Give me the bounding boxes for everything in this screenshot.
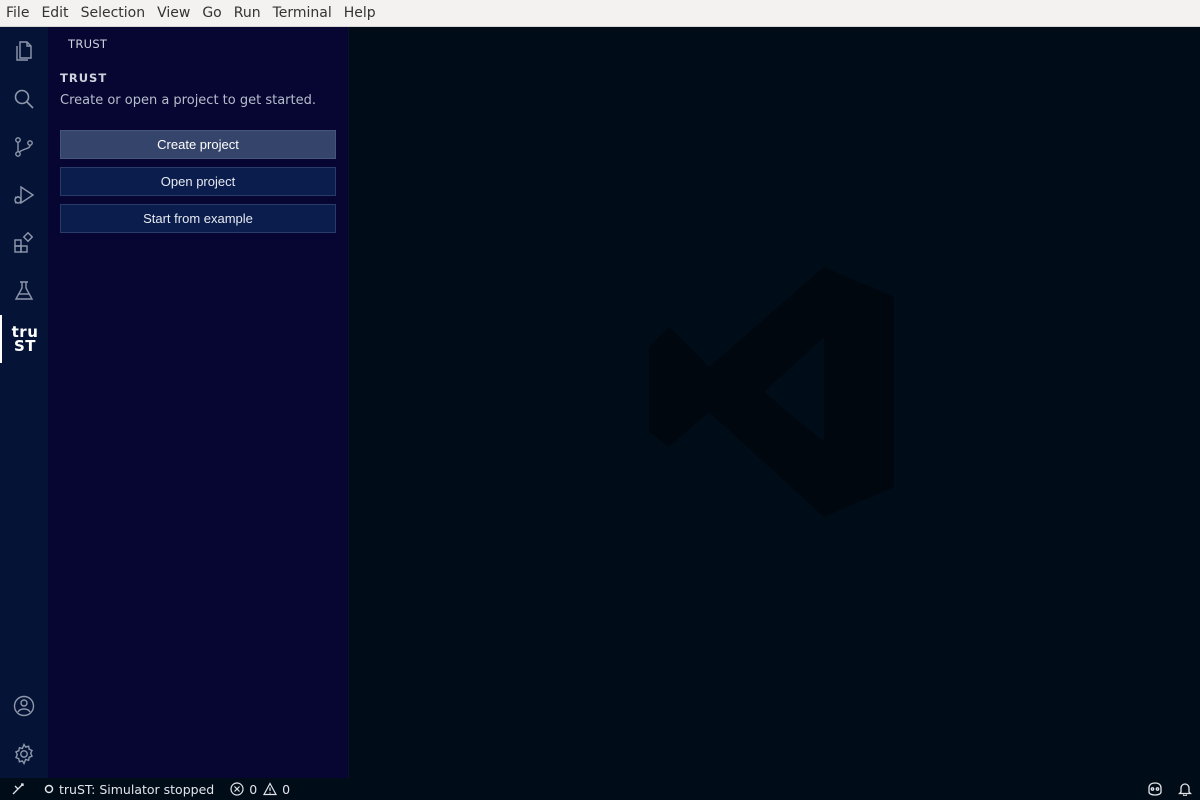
testing-icon — [14, 281, 34, 300]
run-debug-icon — [14, 185, 35, 205]
error-icon — [230, 782, 244, 796]
remote-icon — [12, 783, 24, 795]
editor-area — [349, 27, 1200, 778]
activity-search[interactable] — [0, 75, 48, 123]
menu-go[interactable]: Go — [196, 0, 227, 27]
copilot-status[interactable] — [1140, 778, 1170, 800]
problems-status[interactable]: 0 0 — [230, 782, 290, 797]
simulator-status-label: truST: Simulator stopped — [59, 781, 215, 797]
menu-edit[interactable]: Edit — [35, 0, 74, 27]
account-icon — [13, 695, 35, 717]
menu-terminal[interactable]: Terminal — [267, 0, 338, 27]
search-icon — [14, 89, 34, 109]
copilot-icon — [1148, 782, 1162, 796]
menu-bar: File Edit Selection View Go Run Terminal… — [0, 0, 1200, 27]
menu-selection[interactable]: Selection — [75, 0, 152, 27]
activity-trust[interactable]: tru ST — [0, 315, 48, 363]
vscode-logo-watermark-icon — [649, 267, 894, 517]
trust-icon: tru ST — [11, 323, 39, 355]
menu-run[interactable]: Run — [228, 0, 267, 27]
status-bar: truST: Simulator stopped 0 0 — [0, 778, 1200, 800]
gear-icon — [15, 742, 33, 766]
activity-testing[interactable] — [0, 267, 48, 315]
bell-icon — [1178, 783, 1192, 796]
menu-view[interactable]: View — [151, 0, 196, 27]
menu-help[interactable]: Help — [338, 0, 382, 27]
sidebar-section-title: TRUST — [60, 71, 108, 85]
activity-manage[interactable] — [0, 730, 48, 778]
status-right-group — [1140, 778, 1200, 800]
circle-icon — [44, 784, 54, 794]
sidebar-panel-title: TRUST — [68, 37, 108, 51]
activity-run-debug[interactable] — [0, 171, 48, 219]
source-control-icon — [15, 137, 33, 157]
open-project-button[interactable]: Open project — [60, 167, 336, 196]
simulator-status[interactable]: truST: Simulator stopped — [44, 782, 214, 797]
activity-extensions[interactable] — [0, 219, 48, 267]
sidebar-intro-text: Create or open a project to get started. — [60, 93, 317, 108]
warning-icon — [263, 782, 278, 796]
error-count: 0 — [249, 781, 258, 797]
sidebar: TRUST TRUST Create or open a project to … — [48, 27, 349, 778]
extensions-icon — [14, 231, 34, 253]
warning-count: 0 — [282, 781, 291, 797]
activity-account[interactable] — [0, 682, 48, 730]
start-from-example-button[interactable]: Start from example — [60, 204, 336, 233]
create-project-button[interactable]: Create project — [60, 130, 336, 159]
notifications-status[interactable] — [1170, 778, 1200, 800]
activity-explorer[interactable] — [0, 27, 48, 75]
explorer-icon — [16, 41, 32, 61]
activity-bar: tru ST — [0, 27, 48, 778]
activity-source-control[interactable] — [0, 123, 48, 171]
menu-file[interactable]: File — [0, 0, 35, 27]
remote-indicator[interactable] — [0, 778, 36, 800]
